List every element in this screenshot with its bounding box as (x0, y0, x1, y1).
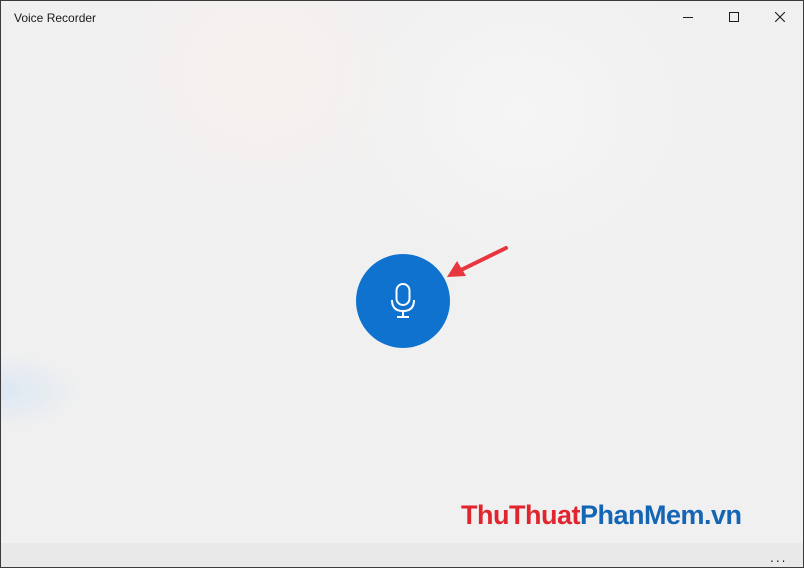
watermark-part1: ThuThuat (461, 500, 580, 530)
more-options-button[interactable]: ... (761, 543, 797, 567)
title-bar: Voice Recorder (1, 1, 803, 33)
microphone-icon (391, 283, 415, 318)
bottom-app-bar (1, 543, 803, 567)
record-button[interactable] (356, 254, 450, 348)
window-title: Voice Recorder (14, 11, 97, 25)
voice-recorder-window: Voice Recorder ThuThuatPhanMem.vn ... (0, 0, 804, 568)
more-options-icon: ... (770, 551, 788, 565)
annotation-arrow (447, 246, 508, 277)
minimize-button[interactable] (665, 1, 711, 33)
maximize-icon (729, 12, 739, 22)
maximize-button[interactable] (711, 1, 757, 33)
minimize-icon (683, 17, 693, 18)
watermark: ThuThuatPhanMem.vn (461, 499, 742, 531)
close-button[interactable] (757, 1, 803, 33)
close-icon (775, 12, 785, 22)
watermark-part2: PhanMem.vn (579, 500, 742, 530)
